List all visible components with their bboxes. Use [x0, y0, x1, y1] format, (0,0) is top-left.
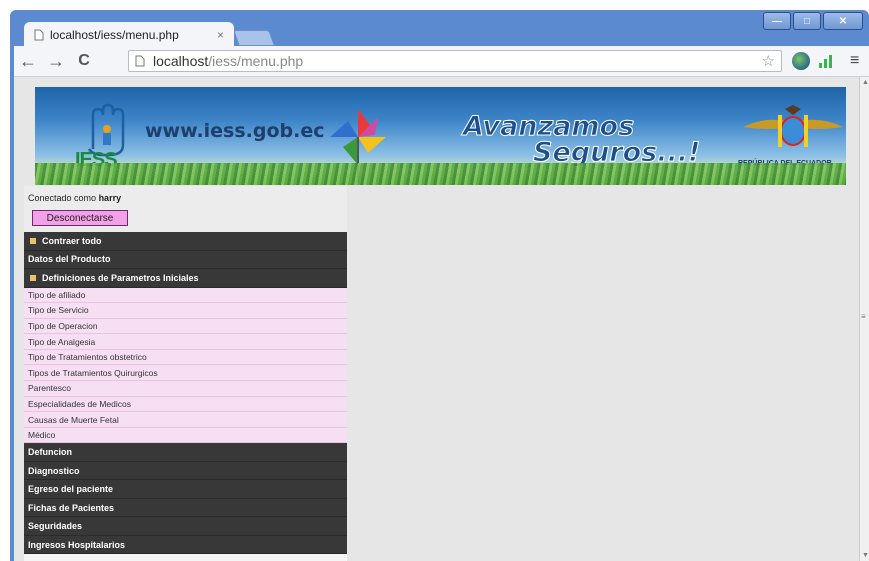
- bookmark-star-icon[interactable]: ☆: [762, 52, 775, 70]
- chrome-menu-icon[interactable]: ≡: [850, 52, 859, 70]
- submenu-item[interactable]: Parentesco: [24, 381, 347, 397]
- square-bullet-icon: [30, 237, 36, 244]
- connected-as-label: Conectado como harry: [28, 193, 122, 203]
- page-icon: [34, 29, 44, 41]
- submenu-item[interactable]: Tipo de Tratamientos obstetrico: [24, 349, 347, 366]
- minimize-button[interactable]: —: [763, 12, 791, 30]
- page-icon: [135, 55, 145, 67]
- user-panel: Conectado como harry Desconectarse: [24, 186, 347, 232]
- menu-egreso-paciente[interactable]: Egreso del paciente: [24, 480, 347, 499]
- reload-icon[interactable]: C: [70, 52, 98, 70]
- iess-banner: IESS www.iess.gob.ec Avanzamos Seguros..…: [35, 87, 846, 185]
- window-controls: — □ ✕: [763, 12, 863, 30]
- browser-tab[interactable]: localhost/iess/menu.php ×: [24, 22, 234, 48]
- close-window-button[interactable]: ✕: [823, 12, 863, 30]
- submenu-item[interactable]: Tipo de Servicio: [24, 303, 347, 319]
- scroll-grip-icon[interactable]: ≡: [861, 312, 866, 321]
- submenu-item[interactable]: Tipos de Tratamientos Quirurgicos: [24, 365, 347, 382]
- menu-fichas-pacientes[interactable]: Fichas de Pacientes: [24, 498, 347, 518]
- url-text: localhost/iess/menu.php: [153, 53, 304, 69]
- submenu-item[interactable]: Especialidades de Medicos: [24, 396, 347, 413]
- forward-arrow-icon[interactable]: →: [42, 51, 70, 72]
- submenu-item[interactable]: Causas de Muerte Fetal: [24, 412, 347, 428]
- logout-button[interactable]: Desconectarse: [32, 210, 128, 226]
- website-label: www.iess.gob.ec: [145, 120, 325, 142]
- new-tab-button[interactable]: [233, 30, 275, 46]
- extension-signal-icon[interactable]: [819, 54, 835, 68]
- back-arrow-icon[interactable]: ←: [14, 51, 42, 72]
- menu-datos-producto[interactable]: Datos del Producto: [24, 250, 347, 269]
- square-bullet-icon: [30, 274, 36, 281]
- tab-close-icon[interactable]: ×: [217, 28, 224, 42]
- submenu-item[interactable]: Tipo de afiliado: [24, 287, 347, 304]
- grass-decoration: [35, 163, 846, 185]
- scroll-down-icon[interactable]: ▼: [862, 552, 869, 559]
- submenu-item[interactable]: Tipo de Operacion: [24, 318, 347, 335]
- menu-diagnostico[interactable]: Diagnostico: [24, 461, 347, 481]
- maximize-button[interactable]: □: [793, 12, 821, 30]
- scroll-up-icon[interactable]: ▲: [862, 79, 869, 86]
- extension-globe-icon[interactable]: [792, 52, 810, 70]
- ecuador-coat-of-arms-icon: [743, 105, 843, 147]
- menu-defuncion[interactable]: Defuncion: [24, 443, 347, 462]
- address-bar[interactable]: localhost/iess/menu.php ☆: [128, 50, 782, 72]
- page-content: IESS www.iess.gob.ec Avanzamos Seguros..…: [14, 77, 859, 561]
- collapse-all-item[interactable]: Contraer todo: [24, 232, 347, 251]
- submenu-item[interactable]: Médico: [24, 427, 347, 444]
- vertical-scrollbar[interactable]: ▲ ≡ ▼: [859, 77, 869, 561]
- menu-seguridades[interactable]: Seguridades: [24, 517, 347, 536]
- menu-definiciones[interactable]: Definiciones de Parametros Iniciales: [24, 269, 347, 288]
- browser-toolbar: ← → C localhost/iess/menu.php ☆ ≡: [14, 46, 869, 77]
- tab-title: localhost/iess/menu.php: [50, 28, 179, 42]
- menu-ingresos-hospitalarios[interactable]: Ingresos Hospitalarios: [24, 535, 347, 555]
- submenu-item[interactable]: Tipo de Analgesia: [24, 334, 347, 350]
- sidebar-menu: Conectado como harry Desconectarse Contr…: [24, 186, 347, 561]
